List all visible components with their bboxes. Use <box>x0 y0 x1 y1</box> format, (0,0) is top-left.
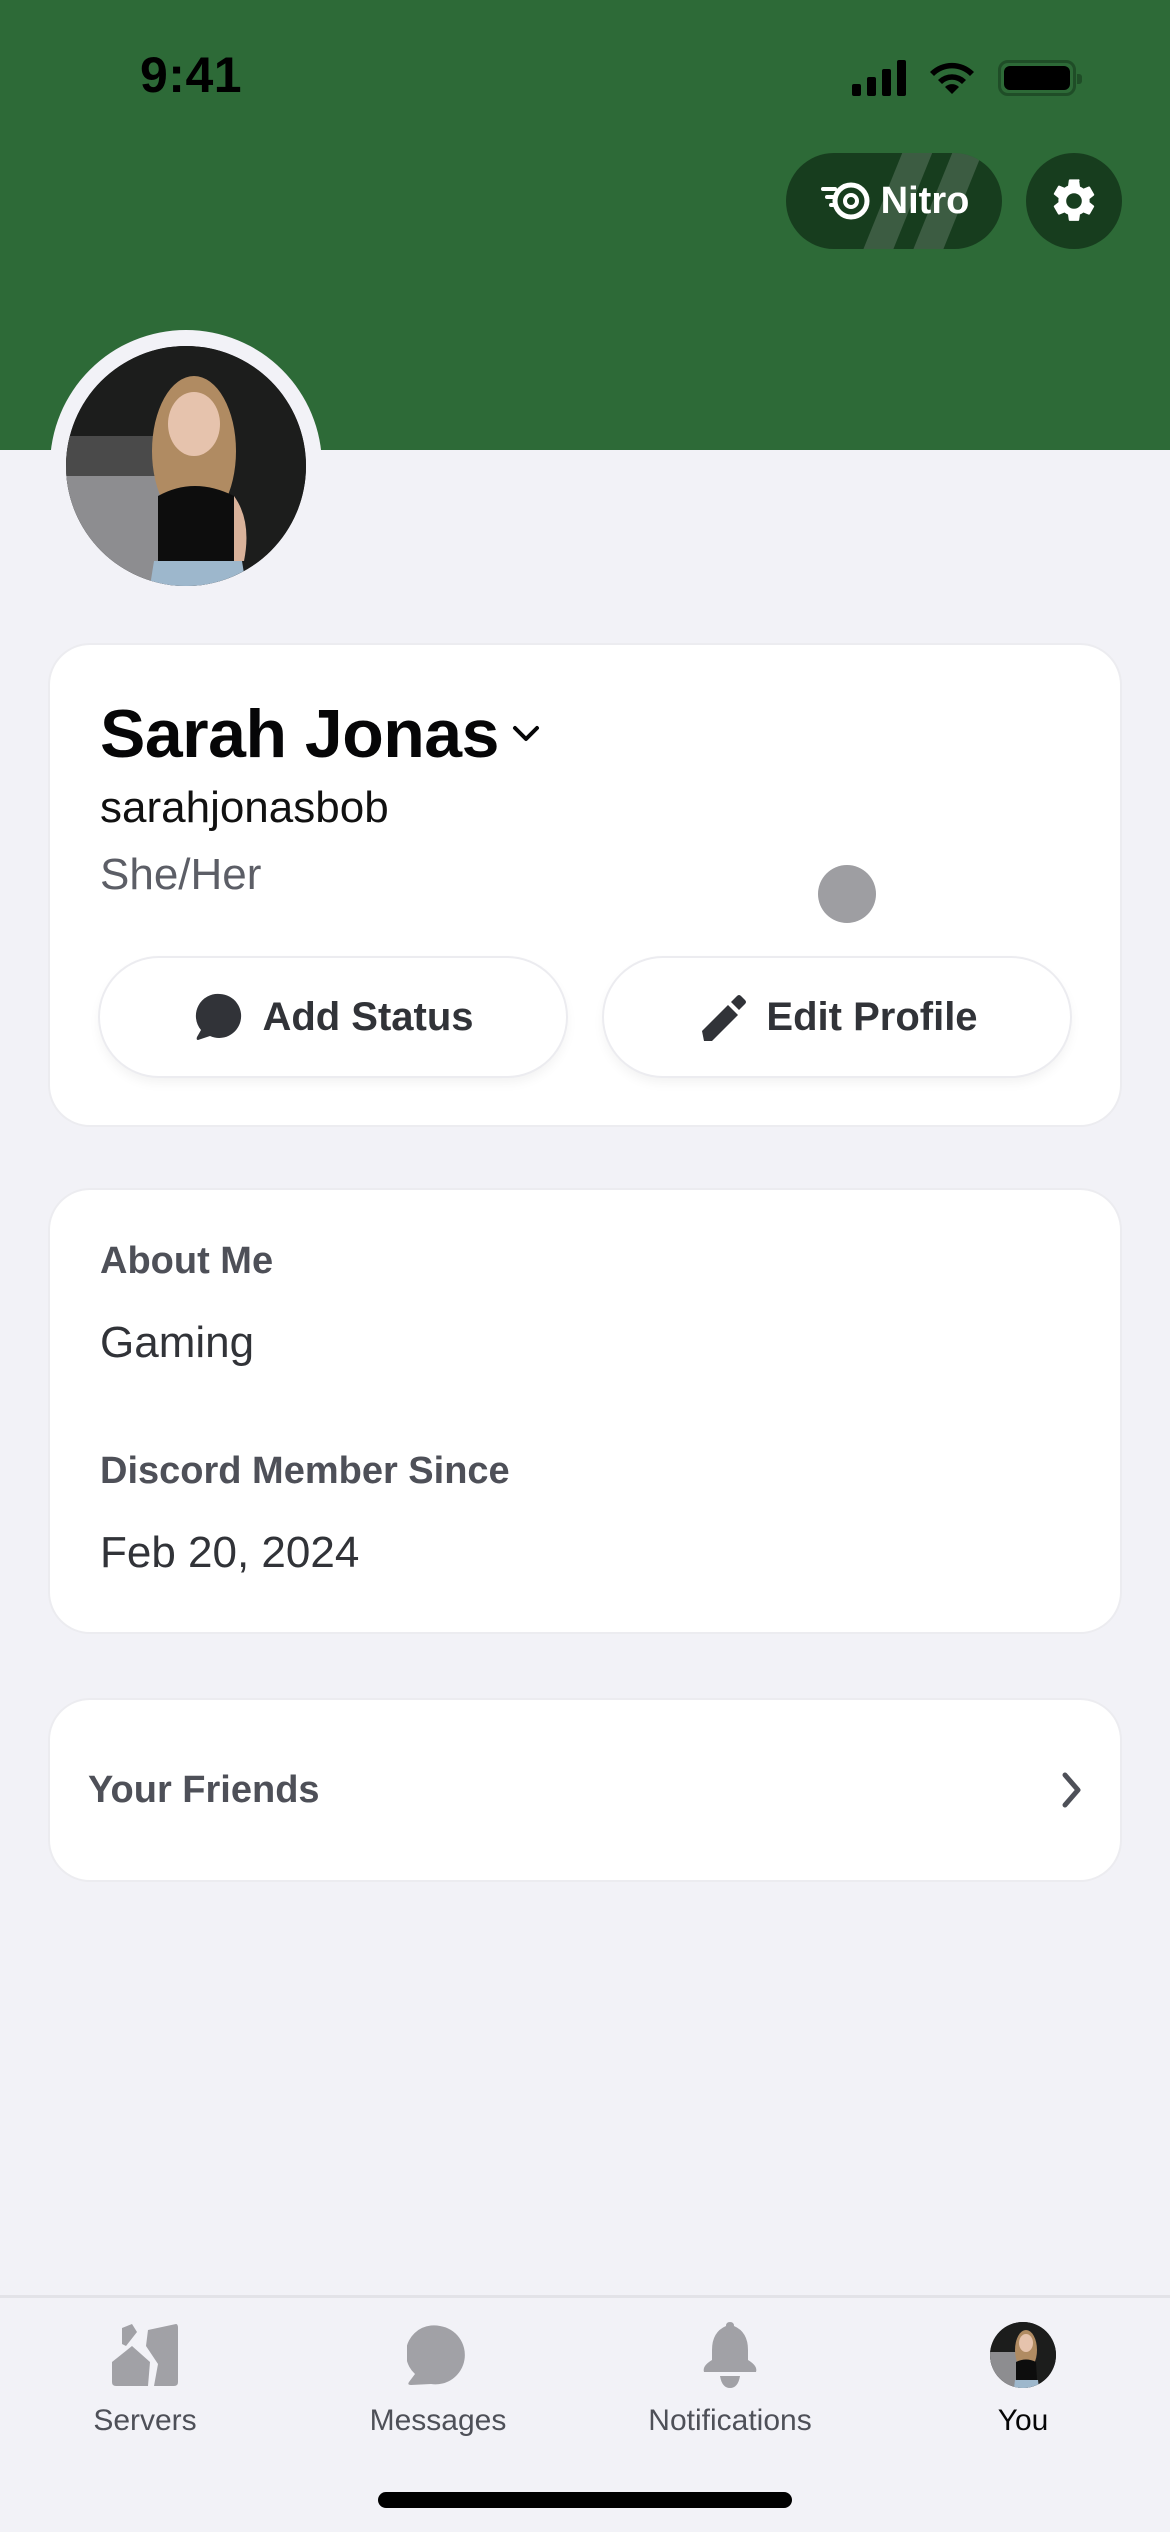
member-since-value: Feb 20, 2024 <box>100 1528 360 1577</box>
nitro-icon <box>820 182 870 220</box>
nitro-label: Nitro <box>880 179 970 222</box>
avatar <box>990 2322 1056 2388</box>
about-me-label: About Me <box>100 1240 274 1282</box>
add-status-button[interactable]: Add Status <box>100 958 566 1076</box>
add-status-label: Add Status <box>262 994 474 1039</box>
settings-button[interactable] <box>1026 153 1122 249</box>
your-friends-label: Your Friends <box>88 1768 320 1811</box>
wifi-icon <box>930 62 974 94</box>
status-bar: 9:41 <box>0 0 1170 150</box>
nav-label-you: You <box>997 2404 1049 2437</box>
messages-icon <box>407 2325 465 2385</box>
gear-icon <box>1053 179 1095 221</box>
chevron-down-icon[interactable] <box>511 724 541 744</box>
servers-icon <box>112 2324 178 2386</box>
status-time: 9:41 <box>140 47 243 103</box>
nav-tab-notifications[interactable]: Notifications <box>620 2320 840 2438</box>
nav-label-servers: Servers <box>93 2404 197 2437</box>
member-since-label: Discord Member Since <box>100 1450 510 1492</box>
signal-icon <box>852 60 906 96</box>
nav-label-notifications: Notifications <box>648 2404 812 2437</box>
edit-profile-button[interactable]: Edit Profile <box>604 958 1070 1076</box>
avatar[interactable] <box>66 346 306 586</box>
about-me-value: Gaming <box>100 1318 255 1367</box>
nitro-button[interactable]: Nitro <box>786 153 1002 249</box>
profile-photo <box>66 346 306 586</box>
touch-indicator <box>818 865 876 923</box>
profile-card: Sarah Jonas sarahjonasbob She/Her Add St… <box>50 645 1120 1125</box>
chevron-right-icon <box>1062 1772 1081 1808</box>
pencil-icon <box>702 995 747 1041</box>
battery-icon <box>998 60 1082 96</box>
display-name-row[interactable]: Sarah Jonas <box>100 695 541 773</box>
bell-icon <box>703 2322 757 2388</box>
display-name: Sarah Jonas <box>100 696 499 772</box>
avatar-frame <box>50 330 322 602</box>
nav-tab-you[interactable]: You <box>913 2320 1133 2438</box>
your-friends-row[interactable]: Your Friends <box>50 1700 1120 1880</box>
nav-label-messages: Messages <box>369 2404 507 2437</box>
nav-tab-messages[interactable]: Messages <box>328 2320 548 2438</box>
home-indicator[interactable] <box>378 2492 792 2508</box>
chat-bubble-icon <box>196 993 242 1040</box>
pronouns: She/Her <box>100 850 262 899</box>
status-icons <box>852 58 1082 98</box>
nav-tab-servers[interactable]: Servers <box>35 2320 255 2438</box>
about-card: About Me Gaming Discord Member Since Feb… <box>50 1190 1120 1632</box>
username: sarahjonasbob <box>100 783 389 832</box>
edit-profile-label: Edit Profile <box>766 994 978 1039</box>
